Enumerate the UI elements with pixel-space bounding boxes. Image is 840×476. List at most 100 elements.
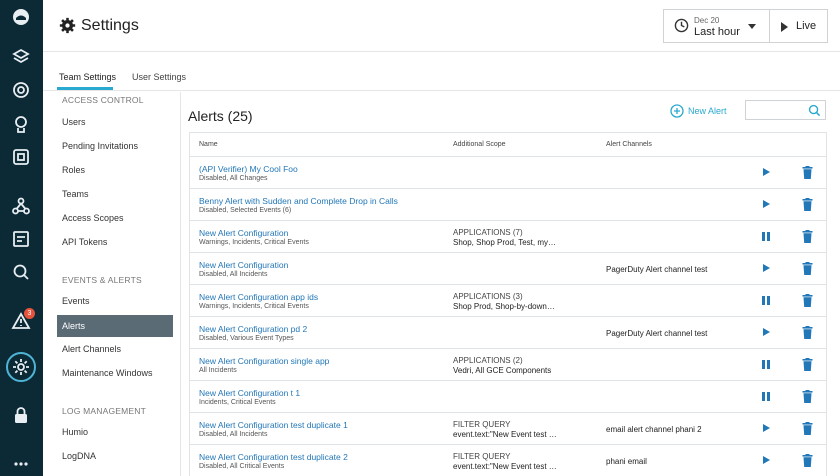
table-row[interactable]: New Alert Configuration Warnings, Inciden… [190, 221, 826, 253]
alert-status: All Incidents [199, 367, 237, 374]
settings-icon[interactable] [9, 355, 33, 379]
rocket-icon[interactable] [9, 112, 33, 136]
play-icon[interactable] [763, 168, 770, 176]
alerts-title: Alerts (25) [188, 108, 253, 124]
clock-icon [674, 18, 689, 33]
more-icon[interactable] [9, 452, 33, 476]
alert-status: Incidents, Critical Events [199, 399, 276, 406]
column-header-channels: Alert Channels [606, 141, 652, 148]
trash-icon[interactable] [802, 454, 813, 467]
page-header: Settings Dec 20 Last hour Live [43, 0, 840, 52]
alert-name-link[interactable]: New Alert Configuration test duplicate 1 [199, 420, 348, 430]
alert-name-link[interactable]: New Alert Configuration [199, 260, 288, 270]
alert-status: Warnings, Incidents, Critical Events [199, 239, 309, 246]
table-row[interactable]: New Alert Configuration app ids Warnings,… [190, 285, 826, 317]
trash-icon[interactable] [802, 422, 813, 435]
time-range-picker[interactable]: Dec 20 Last hour [663, 9, 769, 43]
table-row[interactable]: New Alert Configuration Disabled, All Inc… [190, 253, 826, 285]
scope-value: event.text:"New Event test … [453, 462, 557, 471]
alert-name-link[interactable]: New Alert Configuration test duplicate 2 [199, 452, 348, 462]
table-row[interactable]: New Alert Configuration single app All In… [190, 349, 826, 381]
alert-channel: PagerDuty Alert channel test [606, 329, 708, 338]
table-row[interactable]: New Alert Configuration pd 2 Disabled, Va… [190, 317, 826, 349]
trash-icon[interactable] [802, 358, 813, 371]
page-title: Settings [81, 17, 139, 34]
settings-menu: ACCESS CONTROL Users Pending Invitations… [43, 92, 181, 476]
globe-icon[interactable] [9, 78, 33, 102]
live-label: Live [796, 20, 817, 32]
table-row[interactable]: New Alert Configuration test duplicate 1… [190, 413, 826, 445]
alert-name-link[interactable]: New Alert Configuration single app [199, 356, 329, 366]
trash-icon[interactable] [802, 230, 813, 243]
trash-icon[interactable] [802, 262, 813, 275]
play-icon[interactable] [763, 264, 770, 272]
alert-name-link[interactable]: New Alert Configuration t 1 [199, 388, 300, 398]
lock-icon[interactable] [9, 403, 33, 427]
menu-item-pending-invitations[interactable]: Pending Invitations [57, 135, 173, 157]
menu-item-alerts[interactable]: Alerts [57, 315, 173, 337]
nodes-icon[interactable] [9, 194, 33, 218]
pause-icon[interactable] [762, 232, 771, 241]
play-icon[interactable] [763, 424, 770, 432]
alert-channel: phani email [606, 457, 647, 466]
pause-icon[interactable] [762, 360, 771, 369]
time-range-label: Last hour [694, 26, 740, 38]
play-icon[interactable] [763, 456, 770, 464]
menu-item-humio[interactable]: Humio [57, 421, 173, 443]
menu-item-roles[interactable]: Roles [57, 159, 173, 181]
alert-name-link[interactable]: (API Verifier) My Cool Foo [199, 164, 298, 174]
table-row[interactable]: New Alert Configuration t 1 Incidents, Cr… [190, 381, 826, 413]
column-header-scope: Additional Scope [453, 141, 506, 148]
menu-item-api-tokens[interactable]: API Tokens [57, 231, 173, 253]
menu-item-access-scopes[interactable]: Access Scopes [57, 207, 173, 229]
trash-icon[interactable] [802, 294, 813, 307]
scope-value: Shop, Shop Prod, Test, my… [453, 238, 557, 247]
alert-name-link[interactable]: New Alert Configuration [199, 228, 288, 238]
menu-item-alert-channels[interactable]: Alert Channels [57, 338, 173, 360]
chevron-down-icon [748, 24, 756, 29]
alert-name-link[interactable]: New Alert Configuration pd 2 [199, 324, 307, 334]
trash-icon[interactable] [802, 390, 813, 403]
menu-item-events[interactable]: Events [57, 290, 173, 312]
tab-user-settings[interactable]: User Settings [132, 72, 186, 82]
play-icon [781, 22, 788, 32]
menu-item-teams[interactable]: Teams [57, 183, 173, 205]
alerts-panel: Alerts (25) New Alert Name Additional Sc… [182, 92, 840, 476]
scope-heading: FILTER QUERY [453, 452, 511, 461]
alert-status: Disabled, All Incidents [199, 431, 268, 438]
alert-name-link[interactable]: New Alert Configuration app ids [199, 292, 318, 302]
trash-icon[interactable] [802, 198, 813, 211]
pause-icon[interactable] [762, 296, 771, 305]
plus-circle-icon [670, 104, 684, 118]
settings-tabs: Team Settings User Settings [43, 53, 840, 91]
alert-status: Warnings, Incidents, Critical Events [199, 303, 309, 310]
play-icon[interactable] [763, 200, 770, 208]
menu-item-logdna[interactable]: LogDNA [57, 445, 173, 467]
time-date: Dec 20 [694, 16, 720, 25]
layers-icon[interactable] [9, 45, 33, 69]
settings-title-icon [59, 17, 76, 34]
search-input[interactable] [745, 100, 826, 120]
trash-icon[interactable] [802, 166, 813, 179]
applications-icon[interactable] [9, 227, 33, 251]
table-row[interactable]: (API Verifier) My Cool Foo Disabled, All … [190, 157, 826, 189]
menu-heading-access-control: ACCESS CONTROL [62, 95, 144, 105]
dashboard-icon[interactable] [9, 145, 33, 169]
tab-team-settings[interactable]: Team Settings [59, 72, 116, 82]
search-icon[interactable] [9, 260, 33, 284]
live-button[interactable]: Live [769, 9, 828, 43]
menu-item-maintenance-windows[interactable]: Maintenance Windows [57, 362, 173, 384]
trash-icon[interactable] [802, 326, 813, 339]
logo-icon[interactable] [9, 5, 33, 29]
menu-item-users[interactable]: Users [57, 111, 173, 133]
table-row[interactable]: New Alert Configuration test duplicate 2… [190, 445, 826, 476]
pause-icon[interactable] [762, 392, 771, 401]
alert-channel: PagerDuty Alert channel test [606, 265, 708, 274]
alert-name-link[interactable]: Benny Alert with Sudden and Complete Dro… [199, 196, 398, 206]
table-body: (API Verifier) My Cool Foo Disabled, All … [190, 157, 826, 476]
play-icon[interactable] [763, 328, 770, 336]
menu-heading-events-alerts: EVENTS & ALERTS [62, 275, 142, 285]
alerts-table: Name Additional Scope Alert Channels (AP… [189, 132, 827, 476]
table-row[interactable]: Benny Alert with Sudden and Complete Dro… [190, 189, 826, 221]
scope-value: event.text:"New Event test … [453, 430, 557, 439]
